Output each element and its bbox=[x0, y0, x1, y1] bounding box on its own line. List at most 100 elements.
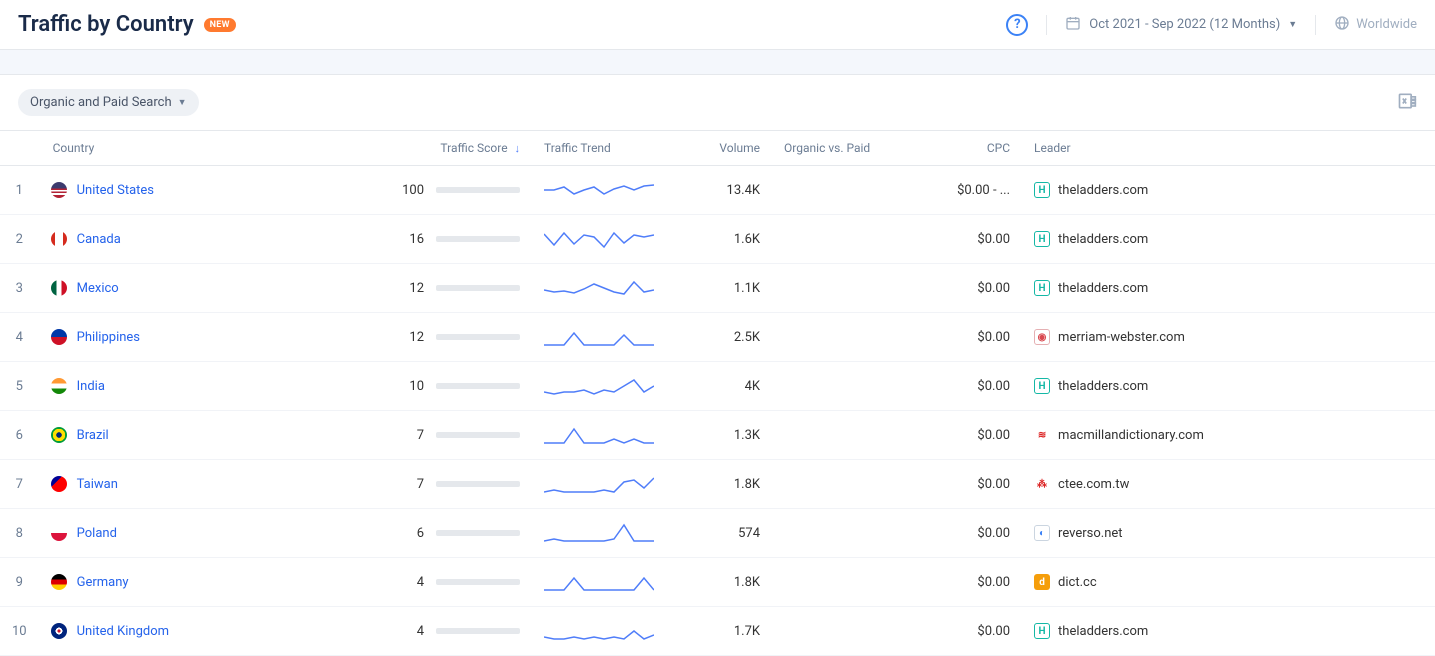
globe-icon bbox=[1334, 15, 1350, 35]
country-cell: Brazil bbox=[39, 411, 342, 460]
organic-vs-paid-cell bbox=[772, 509, 922, 558]
traffic-score-cell: 6 bbox=[342, 509, 532, 558]
traffic-type-filter[interactable]: Organic and Paid Search ▼ bbox=[18, 89, 199, 116]
score-value: 12 bbox=[396, 330, 424, 345]
score-bar bbox=[436, 236, 520, 242]
date-range-label: Oct 2021 - Sep 2022 (12 Months) bbox=[1089, 17, 1280, 32]
rank-cell: 3 bbox=[0, 264, 39, 313]
country-link[interactable]: United Kingdom bbox=[77, 624, 169, 639]
leader-cell: Htheladders.com bbox=[1022, 264, 1435, 313]
col-traffic-score-label: Traffic Score bbox=[440, 141, 507, 155]
sort-desc-icon: ↓ bbox=[515, 142, 521, 155]
organic-vs-paid-cell bbox=[772, 313, 922, 362]
cpc-cell: $0.00 bbox=[922, 607, 1022, 656]
date-range-picker[interactable]: Oct 2021 - Sep 2022 (12 Months) ▼ bbox=[1046, 15, 1297, 35]
leader-link[interactable]: theladders.com bbox=[1058, 624, 1148, 639]
country-link[interactable]: Taiwan bbox=[77, 477, 118, 492]
leader-link[interactable]: theladders.com bbox=[1058, 379, 1148, 394]
header-right: ? Oct 2021 - Sep 2022 (12 Months) ▼ Worl… bbox=[1006, 14, 1417, 36]
country-link[interactable]: India bbox=[77, 379, 105, 394]
leader-cell: Htheladders.com bbox=[1022, 215, 1435, 264]
leader-link[interactable]: theladders.com bbox=[1058, 281, 1148, 296]
table-row: 6Brazil71.3K$0.00≋macmillandictionary.co… bbox=[0, 411, 1435, 460]
flag-icon bbox=[51, 378, 67, 394]
traffic-score-cell: 4 bbox=[342, 607, 532, 656]
rank-cell: 6 bbox=[0, 411, 39, 460]
trend-cell bbox=[532, 166, 682, 215]
leader-cell: Htheladders.com bbox=[1022, 607, 1435, 656]
organic-vs-paid-cell bbox=[772, 264, 922, 313]
region-label: Worldwide bbox=[1356, 17, 1417, 32]
traffic-score-cell: 7 bbox=[342, 460, 532, 509]
flag-icon bbox=[51, 231, 67, 247]
export-excel-icon[interactable] bbox=[1397, 91, 1417, 115]
flag-icon bbox=[51, 476, 67, 492]
filter-label: Organic and Paid Search bbox=[30, 95, 172, 110]
rank-cell: 8 bbox=[0, 509, 39, 558]
col-volume[interactable]: Volume bbox=[682, 131, 772, 166]
country-link[interactable]: Canada bbox=[77, 232, 121, 247]
country-link[interactable]: Brazil bbox=[77, 428, 109, 443]
volume-cell: 574 bbox=[682, 509, 772, 558]
cpc-cell: $0.00 bbox=[922, 509, 1022, 558]
country-link[interactable]: United States bbox=[77, 183, 154, 198]
country-cell: United Kingdom bbox=[39, 607, 342, 656]
score-bar bbox=[436, 530, 520, 536]
col-country[interactable]: Country bbox=[39, 131, 342, 166]
leader-favicon: H bbox=[1034, 623, 1050, 639]
score-bar bbox=[436, 432, 520, 438]
help-icon[interactable]: ? bbox=[1006, 14, 1028, 36]
traffic-score-cell: 10 bbox=[342, 362, 532, 411]
panel-toolbar: Organic and Paid Search ▼ bbox=[0, 75, 1435, 130]
score-value: 12 bbox=[396, 281, 424, 296]
col-traffic-score[interactable]: Traffic Score ↓ bbox=[342, 131, 532, 166]
country-link[interactable]: Philippines bbox=[77, 330, 140, 345]
leader-favicon: ◐ bbox=[1034, 525, 1050, 541]
country-cell: Canada bbox=[39, 215, 342, 264]
country-link[interactable]: Mexico bbox=[77, 281, 119, 296]
leader-link[interactable]: ctee.com.tw bbox=[1058, 477, 1129, 492]
trend-cell bbox=[532, 362, 682, 411]
rank-cell: 1 bbox=[0, 166, 39, 215]
score-bar bbox=[436, 383, 520, 389]
score-bar bbox=[436, 481, 520, 487]
organic-vs-paid-cell bbox=[772, 362, 922, 411]
col-cpc[interactable]: CPC bbox=[922, 131, 1022, 166]
country-link[interactable]: Germany bbox=[77, 575, 129, 590]
score-value: 4 bbox=[396, 624, 424, 639]
organic-vs-paid-cell bbox=[772, 166, 922, 215]
trend-cell bbox=[532, 460, 682, 509]
leader-link[interactable]: macmillandictionary.com bbox=[1058, 428, 1204, 443]
main-panel: Organic and Paid Search ▼ Country Traffi… bbox=[0, 74, 1435, 656]
flag-icon bbox=[51, 280, 67, 296]
trend-cell bbox=[532, 215, 682, 264]
cpc-cell: $0.00 bbox=[922, 558, 1022, 607]
country-cell: Taiwan bbox=[39, 460, 342, 509]
traffic-score-cell: 12 bbox=[342, 264, 532, 313]
region-picker[interactable]: Worldwide bbox=[1315, 15, 1417, 35]
leader-favicon: ◉ bbox=[1034, 329, 1050, 345]
volume-cell: 13.4K bbox=[682, 166, 772, 215]
leader-link[interactable]: merriam-webster.com bbox=[1058, 330, 1185, 345]
table-row: 3Mexico121.1K$0.00Htheladders.com bbox=[0, 264, 1435, 313]
col-traffic-trend[interactable]: Traffic Trend bbox=[532, 131, 682, 166]
col-organic-vs-paid[interactable]: Organic vs. Paid bbox=[772, 131, 922, 166]
trend-cell bbox=[532, 558, 682, 607]
organic-vs-paid-cell bbox=[772, 460, 922, 509]
col-leader[interactable]: Leader bbox=[1022, 131, 1435, 166]
table-header-row: Country Traffic Score ↓ Traffic Trend Vo… bbox=[0, 131, 1435, 166]
country-cell: Mexico bbox=[39, 264, 342, 313]
leader-link[interactable]: dict.cc bbox=[1058, 575, 1097, 590]
leader-link[interactable]: theladders.com bbox=[1058, 183, 1148, 198]
leader-link[interactable]: theladders.com bbox=[1058, 232, 1148, 247]
organic-vs-paid-cell bbox=[772, 607, 922, 656]
cpc-cell: $0.00 bbox=[922, 460, 1022, 509]
country-cell: Poland bbox=[39, 509, 342, 558]
leader-favicon: ⁂ bbox=[1034, 476, 1050, 492]
cpc-cell: $0.00 - ... bbox=[922, 166, 1022, 215]
chevron-down-icon: ▼ bbox=[178, 97, 187, 108]
score-bar bbox=[436, 628, 520, 634]
flag-icon bbox=[51, 574, 67, 590]
leader-cell: Htheladders.com bbox=[1022, 362, 1435, 411]
table-row: 5India104K$0.00Htheladders.com bbox=[0, 362, 1435, 411]
